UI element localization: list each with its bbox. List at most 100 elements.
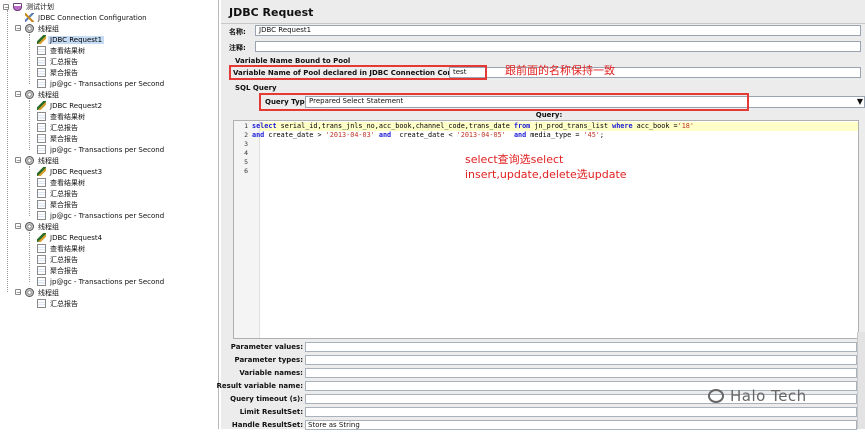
tree-node-listener[interactable]: 汇总报告 [37, 188, 80, 199]
watermark-text: Halo Tech [730, 387, 807, 405]
expand-toggle-icon[interactable]: − [15, 223, 21, 230]
listener-icon [37, 178, 46, 187]
expand-toggle-icon[interactable]: − [15, 157, 21, 164]
tree-label: jp@gc - Transactions per Second [50, 79, 165, 88]
tree-node-jdbc-request[interactable]: JDBC Request2 [37, 100, 104, 111]
tree-node-jdbc-connection-config[interactable]: JDBC Connection Configuration [25, 12, 149, 23]
tree-node-listener[interactable]: 聚合报告 [37, 67, 80, 78]
tree-node-listener[interactable]: 聚合报告 [37, 199, 80, 210]
listener-icon [37, 68, 46, 77]
comment-label: 注释: [229, 44, 246, 52]
tree-label: 聚合报告 [50, 200, 78, 209]
tree-label: 线程组 [38, 24, 59, 33]
tree-label: 线程组 [38, 156, 59, 165]
param-row: Handle ResultSet: Store as String [221, 420, 857, 432]
tree-node-listener[interactable]: 查看结果树 [37, 177, 87, 188]
tree-label: 线程组 [38, 288, 59, 297]
listener-icon [37, 46, 46, 55]
param-label: Parameter values: [230, 343, 303, 351]
param-field[interactable] [305, 355, 857, 365]
tree-node-listener[interactable]: 聚合报告 [37, 265, 80, 276]
param-row: Limit ResultSet: [221, 407, 857, 419]
thread-group-icon [25, 288, 34, 297]
jdbc-request-panel: JDBC Request 名称: JDBC Request1 注释: Varia… [217, 0, 865, 432]
tree-node-thread-group[interactable]: − 线程组 [15, 221, 61, 232]
query-line-2: and create_date > '2013-04-03' and creat… [252, 131, 604, 139]
tree-label: 聚合报告 [50, 134, 78, 143]
tree-node-jdbc-request[interactable]: JDBC Request4 [37, 232, 104, 243]
thread-group-icon [25, 222, 34, 231]
param-row: Parameter types: [221, 355, 857, 367]
line-number: 5 [244, 158, 248, 166]
listener-icon [37, 211, 46, 220]
tree-label: jp@gc - Transactions per Second [50, 145, 165, 154]
thread-group-icon [25, 90, 34, 99]
sql-section-title: SQL Query [235, 84, 277, 92]
tree-label: 查看结果树 [50, 46, 85, 55]
tree-label: JDBC Request3 [50, 167, 103, 176]
chevron-down-icon[interactable]: ▼ [855, 97, 865, 107]
comment-field[interactable] [255, 41, 861, 52]
sampler-icon [37, 35, 46, 44]
tree-label: 查看结果树 [50, 244, 85, 253]
test-plan-tree[interactable]: 测试计划 JDBC Connection Configuration − 线程组 J… [0, 0, 219, 429]
expand-toggle-icon[interactable]: − [3, 4, 9, 11]
tree-node-listener[interactable]: 聚合报告 [37, 133, 80, 144]
tree-node-listener[interactable]: jp@gc - Transactions per Second [37, 210, 166, 221]
tree-node-jdbc-request[interactable]: JDBC Request3 [37, 166, 104, 177]
expand-toggle-icon[interactable]: − [15, 91, 21, 98]
tree-node-test-plan[interactable]: 测试计划 [13, 1, 56, 12]
tree-node-listener[interactable]: 汇总报告 [37, 254, 80, 265]
tree-label: 线程组 [38, 90, 59, 99]
listener-icon [37, 299, 46, 308]
thread-group-icon [25, 156, 34, 165]
listener-icon [37, 200, 46, 209]
tree-node-listener[interactable]: 汇总报告 [37, 56, 80, 67]
tree-label: 汇总报告 [50, 123, 78, 132]
test-plan-icon [13, 2, 22, 11]
expand-toggle-icon[interactable]: − [15, 25, 21, 32]
tree-node-jdbc-request[interactable]: JDBC Request1 [37, 34, 105, 45]
tree-node-listener[interactable]: 查看结果树 [37, 111, 87, 122]
tree-label: 查看结果树 [50, 178, 85, 187]
param-label: Handle ResultSet: [231, 421, 303, 429]
tree-label: 查看结果树 [50, 112, 85, 121]
param-field[interactable] [305, 407, 857, 417]
line-number: 3 [244, 140, 248, 148]
thread-group-icon [25, 24, 34, 33]
line-number: 2 [244, 131, 248, 139]
tree-node-thread-group[interactable]: − 线程组 [15, 89, 61, 100]
query-type-annotation-2: insert,update,delete选update [465, 168, 627, 181]
name-field[interactable]: JDBC Request1 [255, 25, 861, 36]
expand-toggle-icon[interactable]: − [15, 289, 21, 296]
tree-node-listener[interactable]: jp@gc - Transactions per Second [37, 144, 166, 155]
tree-label: 聚合报告 [50, 266, 78, 275]
param-field[interactable] [305, 342, 857, 352]
tree-node-listener[interactable]: 汇总报告 [37, 122, 80, 133]
panel-scrollbar[interactable] [857, 332, 865, 429]
tree-node-listener[interactable]: 查看结果树 [37, 45, 87, 56]
listener-icon [37, 112, 46, 121]
listener-icon [37, 79, 46, 88]
tree-node-thread-group[interactable]: − 线程组 [15, 155, 61, 166]
tree-label: 线程组 [38, 222, 59, 231]
line-number: 4 [244, 149, 248, 157]
tree-node-thread-group[interactable]: − 线程组 [15, 23, 61, 34]
tree-label: 汇总报告 [50, 189, 78, 198]
tree-node-listener[interactable]: 查看结果树 [37, 243, 87, 254]
tree-node-listener[interactable]: 汇总报告 [37, 298, 80, 309]
param-field[interactable] [305, 368, 857, 378]
tree-node-listener[interactable]: jp@gc - Transactions per Second [37, 276, 166, 287]
sampler-icon [37, 233, 46, 242]
param-label: Limit ResultSet: [239, 408, 303, 416]
pool-section-title: Variable Name Bound to Pool [235, 57, 351, 65]
query-type-annotation-1: select查询选select [465, 153, 564, 166]
param-label: Parameter types: [234, 356, 304, 364]
listener-icon [37, 255, 46, 264]
listener-icon [37, 145, 46, 154]
tree-node-listener[interactable]: jp@gc - Transactions per Second [37, 78, 166, 89]
tree-label: 聚合报告 [50, 68, 78, 77]
tree-node-thread-group[interactable]: − 线程组 [15, 287, 61, 298]
wechat-icon [708, 389, 724, 403]
listener-icon [37, 189, 46, 198]
